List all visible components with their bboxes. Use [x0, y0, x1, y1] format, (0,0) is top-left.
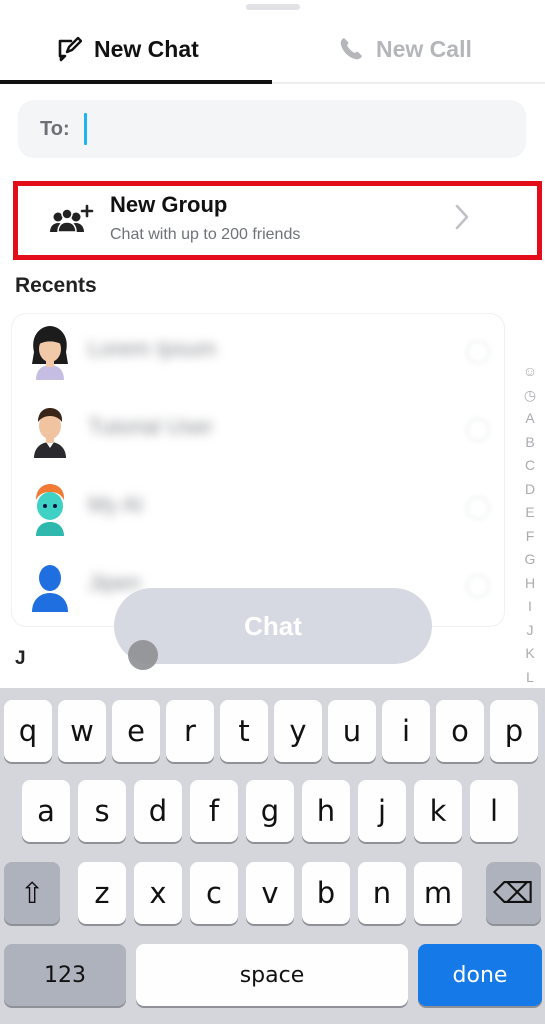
index-letter[interactable]: D [525, 478, 535, 501]
key[interactable]: j [358, 780, 406, 842]
chat-button[interactable]: Chat [114, 588, 432, 664]
key[interactable]: c [190, 862, 238, 924]
shift-key[interactable]: ⇧ [4, 862, 60, 924]
select-circle[interactable] [466, 574, 490, 598]
key[interactable]: q [4, 700, 52, 762]
recent-name: Tutorial User [88, 414, 214, 439]
key[interactable]: a [22, 780, 70, 842]
key[interactable]: d [134, 780, 182, 842]
key[interactable]: y [274, 700, 322, 762]
add-group-icon [48, 204, 94, 239]
index-letter[interactable]: C [525, 454, 535, 477]
ai-avatar-icon [26, 478, 74, 538]
silhouette-avatar-icon [26, 556, 74, 616]
key[interactable]: o [436, 700, 484, 762]
select-circle[interactable] [466, 496, 490, 520]
woman-avatar-icon [26, 322, 74, 382]
recents-header: Recents [15, 274, 97, 297]
alphabet-index[interactable]: ☺ ◷ A B C D E F G H I J K L [518, 360, 542, 688]
man-avatar-icon [26, 400, 74, 460]
recent-item[interactable]: Lorem Ipsum [12, 314, 504, 392]
chevron-right-icon [454, 202, 470, 237]
tab-new-chat-label: New Chat [94, 35, 199, 62]
key[interactable]: n [358, 862, 406, 924]
key[interactable]: h [302, 780, 350, 842]
new-group-title: New Group [110, 192, 228, 217]
text-caret [83, 113, 87, 145]
recent-item[interactable]: Tutorial User [12, 392, 504, 470]
key[interactable]: r [166, 700, 214, 762]
index-letter[interactable]: L [526, 666, 534, 689]
numbers-key[interactable]: 123 [4, 944, 126, 1006]
tab-new-call[interactable]: New Call [338, 14, 472, 84]
index-letter[interactable]: H [525, 572, 535, 595]
compose-icon [56, 36, 82, 62]
index-letter[interactable]: ☺ [523, 360, 537, 383]
new-group-subtitle: Chat with up to 200 friends [110, 226, 301, 243]
select-circle[interactable] [466, 418, 490, 442]
key[interactable]: u [328, 700, 376, 762]
keyboard: q w e r t y u i o p a s d f g h j k l ⇧ … [0, 688, 545, 1024]
key[interactable]: t [220, 700, 268, 762]
index-letter[interactable]: A [525, 407, 534, 430]
key[interactable]: v [246, 862, 294, 924]
index-letter[interactable]: ◷ [524, 384, 536, 407]
recipient-label: To: [40, 117, 70, 140]
key[interactable]: f [190, 780, 238, 842]
recent-name: My AI [88, 492, 144, 517]
tab-bar: New Chat New Call [0, 14, 545, 84]
key[interactable]: i [382, 700, 430, 762]
key[interactable]: g [246, 780, 294, 842]
section-header: J [15, 648, 26, 669]
recent-item[interactable]: My AI [12, 470, 504, 548]
key[interactable]: k [414, 780, 462, 842]
space-key[interactable]: space [136, 944, 408, 1006]
key[interactable]: s [78, 780, 126, 842]
key[interactable]: e [112, 700, 160, 762]
key[interactable]: x [134, 862, 182, 924]
recent-name: Lorem Ipsum [88, 336, 217, 361]
index-letter[interactable]: E [525, 501, 534, 524]
done-key[interactable]: done [418, 944, 542, 1006]
key[interactable]: p [490, 700, 538, 762]
new-group-row[interactable]: New Group Chat with up to 200 friends [13, 181, 542, 260]
touch-indicator [128, 640, 158, 670]
key[interactable]: m [414, 862, 462, 924]
index-letter[interactable]: G [525, 548, 536, 571]
key[interactable]: z [78, 862, 126, 924]
key[interactable]: b [302, 862, 350, 924]
tab-new-call-label: New Call [376, 35, 472, 62]
active-tab-indicator [0, 80, 272, 84]
recents-list: Lorem Ipsum Tutorial User My AI Jipen [12, 314, 504, 626]
tab-new-chat[interactable]: New Chat [56, 14, 199, 84]
index-letter[interactable]: I [528, 595, 532, 618]
backspace-key[interactable]: ⌫ [486, 862, 541, 924]
key[interactable]: w [58, 700, 106, 762]
phone-icon [338, 36, 364, 62]
key[interactable]: l [470, 780, 518, 842]
select-circle[interactable] [466, 340, 490, 364]
sheet-grabber[interactable] [246, 4, 300, 10]
index-letter[interactable]: B [525, 431, 534, 454]
index-letter[interactable]: K [525, 642, 534, 665]
recipient-field[interactable]: To: [18, 100, 526, 158]
index-letter[interactable]: F [526, 525, 535, 548]
index-letter[interactable]: J [527, 619, 534, 642]
